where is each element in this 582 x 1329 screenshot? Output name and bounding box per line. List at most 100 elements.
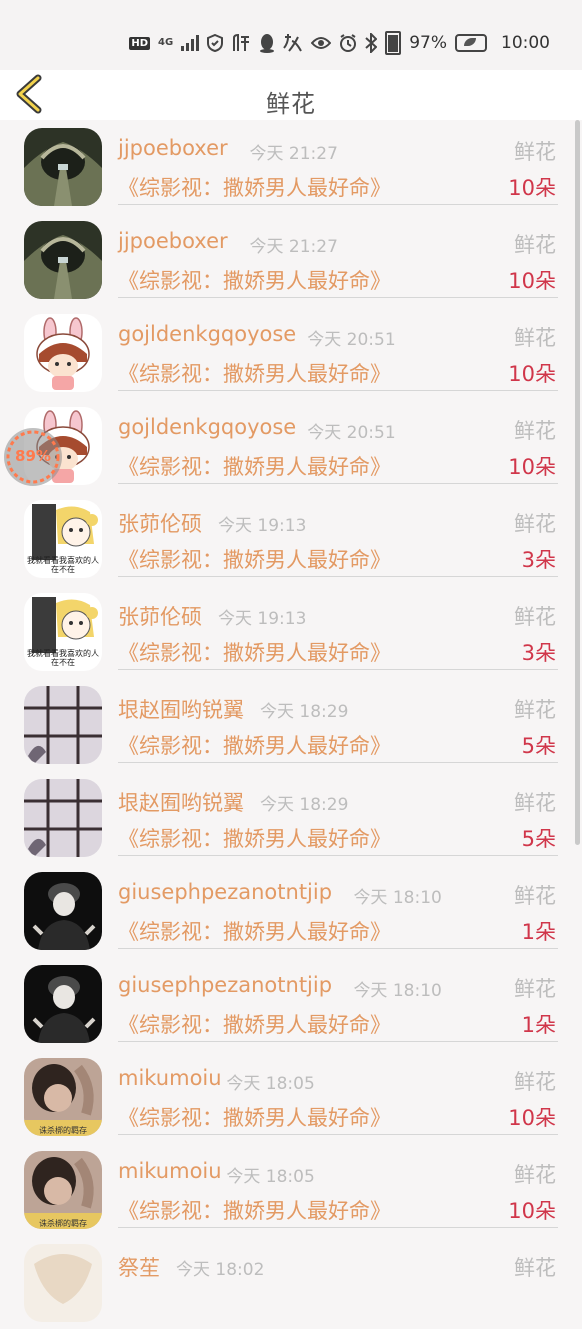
username[interactable]: gojldenkgqoyose	[118, 322, 296, 346]
gift-type-label: 鲜花	[514, 605, 556, 629]
scrollbar[interactable]	[575, 120, 580, 845]
row-divider	[118, 1041, 558, 1042]
list-item[interactable]: gojldenkgqoyose 今天 20:51 鲜花 《综影视：撒娇男人最好命》 10…	[0, 399, 582, 492]
avatar[interactable]: 我就看看我喜欢的人在不在	[24, 500, 102, 578]
shield-icon	[207, 34, 224, 52]
list-item[interactable]: jjpoeboxer 今天 21:27 鲜花 《综影视：撒娇男人最好命》 10朵	[0, 213, 582, 306]
book-title-link[interactable]: 《综影视：撒娇男人最好命》	[118, 1195, 391, 1225]
flower-count: 1朵	[521, 1013, 556, 1037]
book-title-link[interactable]: 《综影视：撒娇男人最好命》	[118, 544, 391, 574]
eco-mode-icon	[455, 34, 487, 52]
username[interactable]: gojldenkgqoyose	[118, 415, 296, 439]
list-item[interactable]: 垠赵囿哟锐翼 今天 18:29 鲜花 《综影视：撒娇男人最好命》 5朵	[0, 771, 582, 864]
list-item[interactable]: gojldenkgqoyose 今天 20:51 鲜花 《综影视：撒娇男人最好命》 10…	[0, 306, 582, 399]
book-title-link[interactable]: 《综影视：撒娇男人最好命》	[118, 916, 391, 946]
gift-type-label: 鲜花	[514, 1070, 556, 1094]
row-divider	[118, 1227, 558, 1228]
avatar[interactable]: 诛杀梆的羁存	[24, 1058, 102, 1136]
row-divider	[118, 1134, 558, 1135]
top-bar: 鲜花	[0, 70, 582, 120]
accessibility-icon	[283, 34, 303, 52]
battery-icon	[385, 31, 402, 55]
gift-type-label: 鲜花	[514, 884, 556, 908]
list-item[interactable]: 垠赵囿哟锐翼 今天 18:29 鲜花 《综影视：撒娇男人最好命》 5朵	[0, 678, 582, 771]
list-item[interactable]: jjpoeboxer 今天 21:27 鲜花 《综影视：撒娇男人最好命》 10朵	[0, 120, 582, 213]
avatar[interactable]	[24, 221, 102, 299]
flower-count: 10朵	[508, 1106, 556, 1130]
username[interactable]: 张茆伦硕	[118, 508, 202, 538]
signal-icon	[181, 35, 200, 51]
eye-icon	[311, 37, 332, 49]
timestamp: 今天 18:05	[226, 1074, 315, 1094]
username[interactable]: jjpoeboxer	[118, 136, 228, 160]
book-title-link[interactable]: 《综影视：撒娇男人最好命》	[118, 451, 391, 481]
row-divider	[118, 948, 558, 949]
avatar[interactable]	[24, 965, 102, 1043]
avatar-caption: 诛杀梆的羁存	[39, 1126, 87, 1135]
username[interactable]: 张茆伦硕	[118, 601, 202, 631]
ear-icon	[233, 34, 250, 51]
avatar[interactable]	[24, 872, 102, 950]
row-divider	[118, 297, 558, 298]
book-title-link[interactable]: 《综影视：撒娇男人最好命》	[118, 265, 391, 295]
gift-type-label: 鲜花	[514, 1256, 556, 1280]
avatar[interactable]	[24, 314, 102, 392]
book-title-link[interactable]: 《综影视：撒娇男人最好命》	[118, 172, 391, 202]
username[interactable]: mikumoiu	[118, 1159, 222, 1183]
avatar[interactable]: 我就看看我喜欢的人在不在	[24, 593, 102, 671]
floating-progress-widget[interactable]: 89%	[4, 428, 62, 486]
avatar[interactable]	[24, 128, 102, 206]
timestamp: 今天 18:02	[176, 1260, 265, 1280]
gift-type-label: 鲜花	[514, 233, 556, 257]
bluetooth-icon	[365, 33, 378, 53]
hd-icon: HD	[129, 36, 151, 50]
list-item[interactable]: 祭苼 今天 18:02 鲜花	[0, 1236, 582, 1329]
book-title-link[interactable]: 《综影视：撒娇男人最好命》	[118, 1009, 391, 1039]
flower-count: 5朵	[521, 734, 556, 758]
flower-record-list[interactable]: jjpoeboxer 今天 21:27 鲜花 《综影视：撒娇男人最好命》 10朵 jjpo…	[0, 120, 582, 1329]
username[interactable]: mikumoiu	[118, 1066, 222, 1090]
page-title: 鲜花	[266, 90, 316, 118]
book-title-link[interactable]: 《综影视：撒娇男人最好命》	[118, 637, 391, 667]
book-title-link[interactable]: 《综影视：撒娇男人最好命》	[118, 823, 391, 853]
avatar[interactable]	[24, 779, 102, 857]
status-bar: HD 4G 97% 10:00	[0, 0, 582, 70]
row-divider	[118, 855, 558, 856]
timestamp: 今天 19:13	[218, 516, 307, 536]
avatar[interactable]	[24, 686, 102, 764]
list-item[interactable]: 我就看看我喜欢的人在不在 张茆伦硕 今天 19:13 鲜花 《综影视：撒娇男人最好命》 3…	[0, 585, 582, 678]
gift-type-label: 鲜花	[514, 326, 556, 350]
gift-type-label: 鲜花	[514, 698, 556, 722]
username[interactable]: 垠赵囿哟锐翼	[118, 694, 244, 724]
username[interactable]: jjpoeboxer	[118, 229, 228, 253]
book-title-link[interactable]: 《综影视：撒娇男人最好命》	[118, 358, 391, 388]
progress-text: 89%	[15, 447, 51, 465]
flower-count: 10朵	[508, 1199, 556, 1223]
timestamp: 今天 18:10	[353, 888, 442, 908]
timestamp: 今天 21:27	[249, 144, 338, 164]
avatar-caption: 诛杀梆的羁存	[39, 1219, 87, 1228]
username[interactable]: giusephpezanotntjip	[118, 973, 332, 997]
avatar[interactable]	[24, 1244, 102, 1322]
book-title-link[interactable]: 《综影视：撒娇男人最好命》	[118, 730, 391, 760]
list-item[interactable]: 诛杀梆的羁存 mikumoiu 今天 18:05 鲜花《综影视：撒娇男人最好命》 10朵	[0, 1143, 582, 1236]
list-item[interactable]: giusephpezanotntjip 今天 18:10 鲜花《综影视：撒娇男人最好…	[0, 864, 582, 957]
book-title-link[interactable]: 《综影视：撒娇男人最好命》	[118, 1102, 391, 1132]
row-divider	[118, 483, 558, 484]
gift-type-label: 鲜花	[514, 977, 556, 1001]
status-icons: HD 4G 97% 10:00	[129, 30, 550, 56]
flower-count: 3朵	[521, 548, 556, 572]
username[interactable]: giusephpezanotntjip	[118, 880, 332, 904]
username[interactable]: 祭苼	[118, 1252, 160, 1282]
flower-count: 1朵	[521, 920, 556, 944]
timestamp: 今天 18:05	[226, 1167, 315, 1187]
list-item[interactable]: 我就看看我喜欢的人在不在 张茆伦硕 今天 19:13 鲜花 《综影视：撒娇男人最好命》 3…	[0, 492, 582, 585]
avatar-caption: 我就看看我喜欢的人在不在	[27, 649, 99, 667]
clock: 10:00	[501, 33, 550, 53]
gift-type-label: 鲜花	[514, 1163, 556, 1187]
list-item[interactable]: giusephpezanotntjip 今天 18:10 鲜花 《综影视：撒娇男人最好…	[0, 957, 582, 1050]
avatar[interactable]: 诛杀梆的羁存	[24, 1151, 102, 1229]
username[interactable]: 垠赵囿哟锐翼	[118, 787, 244, 817]
list-item[interactable]: 诛杀梆的羁存 mikumoiu 今天 18:05 鲜花《综影视：撒娇男人最好命》 10朵	[0, 1050, 582, 1143]
network-type: 4G	[158, 37, 174, 48]
